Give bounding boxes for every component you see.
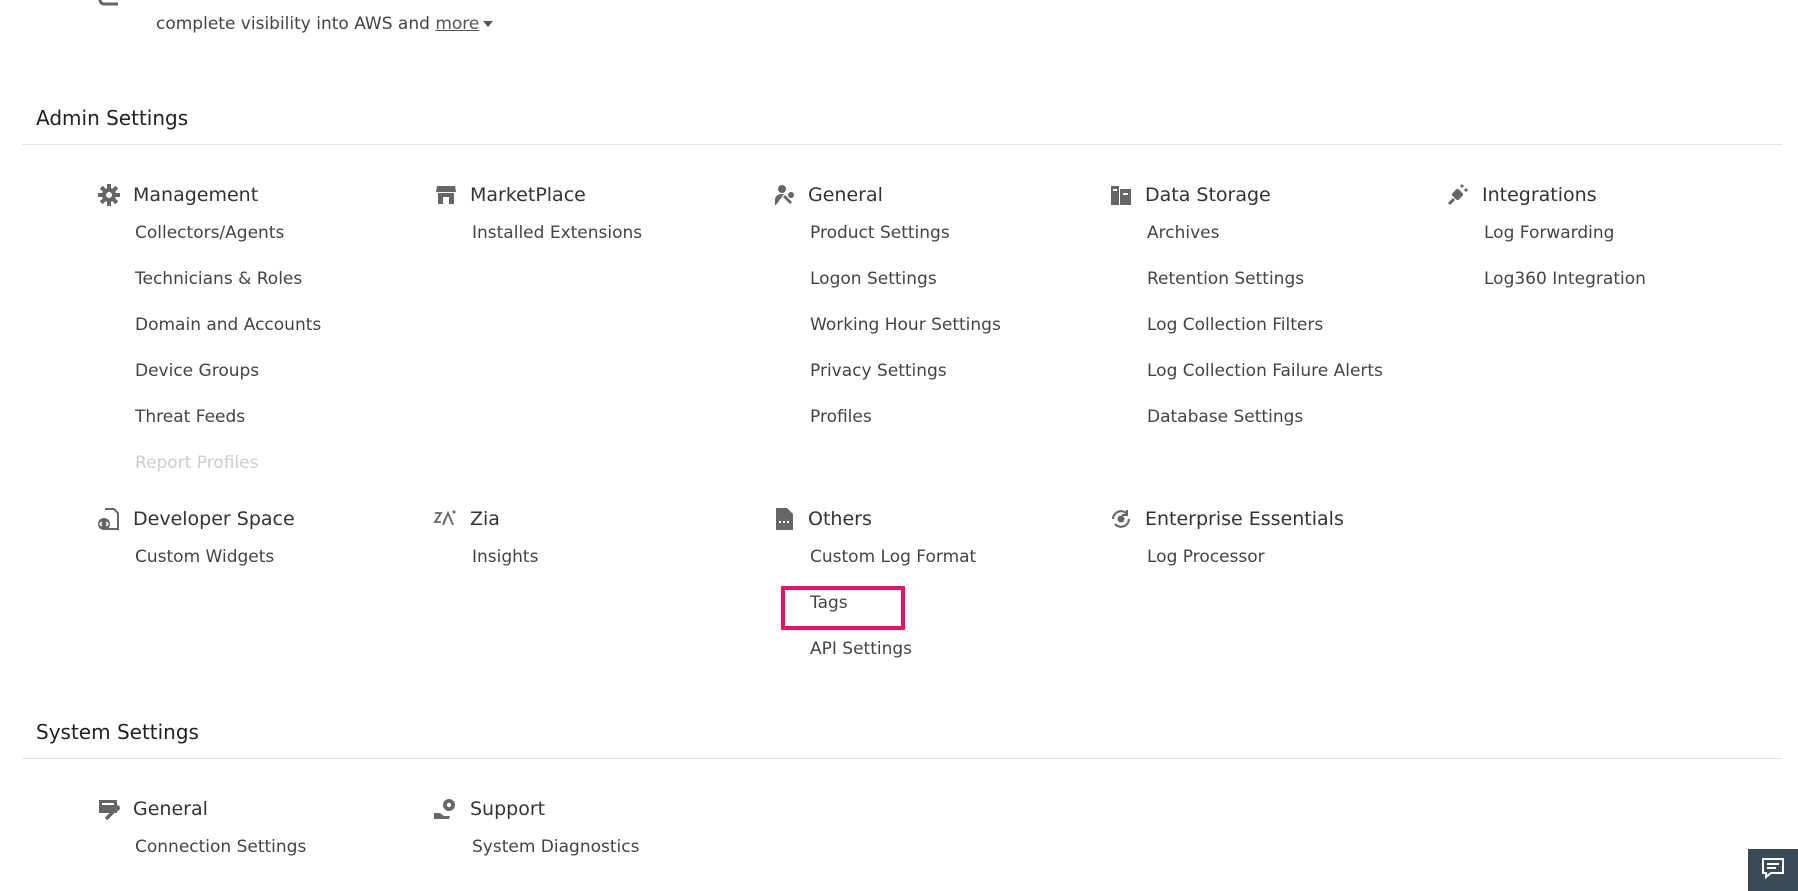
menu-item-archives[interactable]: Archives (1107, 223, 1437, 269)
system-settings-title: System Settings (36, 720, 199, 744)
category-title: MarketPlace (470, 184, 586, 206)
menu-item-log-collection-filters[interactable]: Log Collection Filters (1107, 315, 1437, 361)
menu-item-working-hour-settings[interactable]: Working Hour Settings (770, 315, 1100, 361)
plug-icon (1444, 181, 1472, 209)
document-icon (770, 505, 798, 533)
menu-item-report-profiles: Report Profiles (135, 453, 259, 473)
menu-item-database-settings[interactable]: Database Settings (1107, 407, 1437, 453)
category-developer-space: Developer Space Custom Widgets (95, 504, 425, 593)
category-management: Management Collectors/Agents Technicians… (95, 180, 425, 499)
category-system-general: General Connection Settings (95, 794, 425, 883)
menu-item-profiles[interactable]: Profiles (770, 407, 1100, 453)
category-support: Support System Diagnostics (432, 794, 762, 883)
menu-item-threat-feeds[interactable]: Threat Feeds (95, 407, 425, 453)
admin-settings-title: Admin Settings (36, 106, 189, 130)
menu-item-log-processor[interactable]: Log Processor (1107, 547, 1437, 593)
menu-item-device-groups[interactable]: Device Groups (95, 361, 425, 407)
menu-item-log-forwarding[interactable]: Log Forwarding (1444, 223, 1774, 269)
caret-down-icon[interactable] (483, 21, 494, 27)
category-enterprise-essentials: Enterprise Essentials Log Processor (1107, 504, 1437, 593)
category-title: Enterprise Essentials (1145, 508, 1344, 530)
category-title: Others (808, 508, 872, 530)
menu-item-product-settings[interactable]: Product Settings (770, 223, 1100, 269)
menu-item-domain-accounts[interactable]: Domain and Accounts (95, 315, 425, 361)
developer-icon (95, 505, 123, 533)
wrench-person-icon (770, 181, 798, 209)
menu-item-collectors-agents[interactable]: Collectors/Agents (95, 223, 425, 269)
product-description: complete visibility into AWS and more (156, 14, 494, 34)
category-title: Management (133, 184, 259, 206)
menu-item-custom-widgets[interactable]: Custom Widgets (95, 547, 425, 593)
support-gear-icon (432, 795, 460, 823)
category-general: General Product Settings Logon Settings … (770, 180, 1100, 453)
menu-item-log-collection-failure-alerts[interactable]: Log Collection Failure Alerts (1107, 361, 1437, 407)
chat-icon (1761, 857, 1785, 883)
category-integrations: Integrations Log Forwarding Log360 Integ… (1444, 180, 1774, 315)
menu-item-privacy-settings[interactable]: Privacy Settings (770, 361, 1100, 407)
menu-item-insights[interactable]: Insights (432, 547, 762, 593)
admin-divider (22, 144, 1782, 145)
refresh-gear-icon (1107, 505, 1135, 533)
menu-item-technicians-roles[interactable]: Technicians & Roles (95, 269, 425, 315)
category-title: Integrations (1482, 184, 1597, 206)
menu-item-installed-extensions[interactable]: Installed Extensions (432, 223, 762, 269)
archive-icon (1107, 181, 1135, 209)
category-title: Developer Space (133, 508, 295, 530)
category-data-storage: Data Storage Archives Retention Settings… (1107, 180, 1437, 453)
menu-item-log360-integration[interactable]: Log360 Integration (1444, 269, 1774, 315)
description-text: complete visibility into AWS and (156, 14, 430, 34)
category-title: Support (470, 798, 546, 820)
menu-item-logon-settings[interactable]: Logon Settings (770, 269, 1100, 315)
menu-item-retention-settings[interactable]: Retention Settings (1107, 269, 1437, 315)
category-zia: Zia Insights (432, 504, 762, 593)
system-divider (22, 758, 1782, 759)
category-title: General (808, 184, 883, 206)
chat-button[interactable] (1748, 849, 1798, 891)
more-link[interactable]: more (435, 14, 479, 34)
store-icon (432, 181, 460, 209)
gear-icon (95, 181, 123, 209)
menu-item-system-diagnostics[interactable]: System Diagnostics (432, 837, 762, 883)
category-title: Data Storage (1145, 184, 1271, 206)
menu-item-api-settings[interactable]: API Settings (770, 639, 1100, 685)
category-title: General (133, 798, 208, 820)
zia-icon (432, 505, 460, 533)
menu-item-connection-settings[interactable]: Connection Settings (95, 837, 425, 883)
category-title: Zia (470, 508, 500, 530)
cloud-gear-icon (96, 0, 144, 16)
category-marketplace: MarketPlace Installed Extensions (432, 180, 762, 269)
tags-highlight-box (781, 586, 905, 630)
settings-wrench-icon (95, 795, 123, 823)
